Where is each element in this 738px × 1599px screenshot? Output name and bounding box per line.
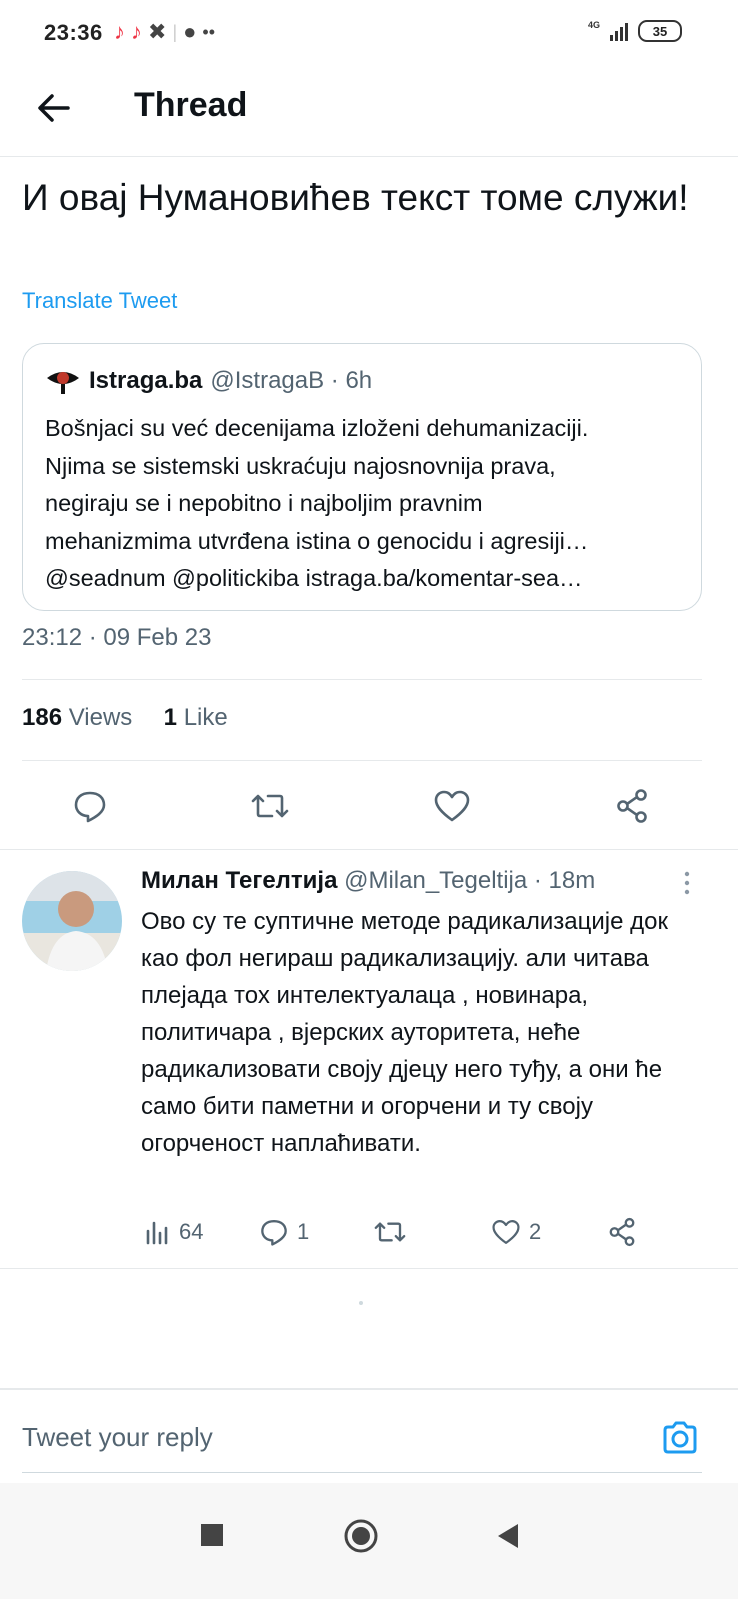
composer-underline [22, 1472, 702, 1473]
reply-composer[interactable]: Tweet your reply [0, 1388, 738, 1485]
tweet-timestamp: 23:12 · 09 Feb 23 [22, 624, 212, 651]
reply-button[interactable] [60, 776, 120, 836]
reply-actions: 64 1 2 [141, 1210, 681, 1254]
camera-icon[interactable] [660, 1418, 700, 1458]
thread-header: Thread [0, 66, 738, 157]
reply-icon [74, 791, 106, 823]
signal-icon [610, 21, 628, 41]
avatar[interactable] [22, 871, 122, 971]
istraga-logo-icon [47, 372, 79, 394]
tweet-actions [0, 776, 738, 836]
system-nav-bar [0, 1483, 738, 1599]
reply-views[interactable]: 64 [145, 1210, 203, 1254]
arrow-left-icon[interactable] [34, 88, 74, 128]
home-circle-icon[interactable] [344, 1519, 378, 1553]
battery-icon: 35 [638, 20, 682, 42]
likes-label[interactable]: Like [184, 704, 228, 731]
reply-author-name[interactable]: Милан Тегелтија [141, 867, 337, 894]
divider [0, 1268, 738, 1269]
tweet-body: И овај Нумановићев текст томе служи! [22, 177, 689, 218]
reply-like-button[interactable]: 2 [491, 1210, 541, 1254]
quoted-author-name: Istraga.ba [89, 367, 203, 394]
divider [22, 679, 702, 680]
reply-author-handle: @Milan_Tegeltija · 18m [344, 867, 596, 894]
divider [22, 760, 702, 761]
like-button[interactable] [422, 776, 482, 836]
reply-text: Ово су те суптичне методе радикализације… [141, 908, 668, 1157]
x-icon: ✖ [148, 19, 167, 44]
network-type: 4G [587, 20, 600, 30]
bar-chart-icon [146, 1221, 168, 1245]
tweet-stats: 186 Views 1 Like [22, 704, 228, 732]
reply-views-count: 64 [179, 1219, 204, 1244]
status-time: 23:36 [44, 20, 103, 45]
heart-icon [434, 790, 470, 822]
battery-level: 35 [652, 23, 668, 39]
likes-count[interactable]: 1 [164, 704, 177, 731]
more-vertical-icon[interactable] [682, 870, 692, 896]
loading-indicator [359, 1301, 363, 1305]
reply-share-button[interactable] [607, 1210, 637, 1254]
page-title: Thread [134, 86, 248, 124]
retweet-icon [251, 794, 289, 818]
status-right: 4G 35 [588, 20, 682, 42]
share-icon [609, 1217, 635, 1247]
views-label: Views [68, 704, 133, 731]
retweet-icon [374, 1222, 406, 1242]
reply-icon [261, 1220, 287, 1246]
quoted-tweet-card[interactable]: Istraga.ba @IstragaB · 6h Bošnjaci su ve… [22, 343, 702, 611]
reply-replies-count: 1 [297, 1219, 310, 1244]
reply-input[interactable]: Tweet your reply [22, 1422, 213, 1453]
tiktok-icon: ♪ [131, 19, 142, 44]
tiktok-icon: ♪ [114, 19, 125, 44]
share-icon [617, 789, 647, 823]
views-count: 186 [22, 704, 63, 731]
reply-reply-button[interactable]: 1 [259, 1210, 309, 1254]
translate-tweet-link[interactable]: Translate Tweet [22, 288, 177, 314]
more-dots-icon: •• [202, 22, 216, 42]
quoted-tweet-header: Istraga.ba @IstragaB · 6h [45, 366, 372, 396]
reply-header: Милан Тегелтија @Milan_Tegeltija · 18m [141, 867, 595, 895]
reddit-icon: ● [183, 19, 197, 44]
retweet-button[interactable] [240, 776, 300, 836]
reply-retweet-button[interactable] [373, 1210, 407, 1254]
notification-icons: ♪ ♪ ✖ | ● •• [114, 18, 215, 46]
heart-icon [492, 1220, 520, 1244]
quoted-author-handle: @IstragaB · 6h [210, 367, 373, 394]
quoted-tweet-text: Bošnjaci su već decenijama izloženi dehu… [45, 415, 589, 591]
status-bar: 23:36 ♪ ♪ ✖ | ● •• 4G 35 [0, 0, 738, 66]
reply-likes-count: 2 [529, 1219, 542, 1244]
back-triangle-icon[interactable] [496, 1523, 520, 1549]
recents-square-icon[interactable] [200, 1523, 224, 1547]
share-button[interactable] [602, 776, 662, 836]
divider: | [172, 22, 178, 42]
avatar-image [22, 871, 122, 971]
divider [0, 849, 738, 850]
